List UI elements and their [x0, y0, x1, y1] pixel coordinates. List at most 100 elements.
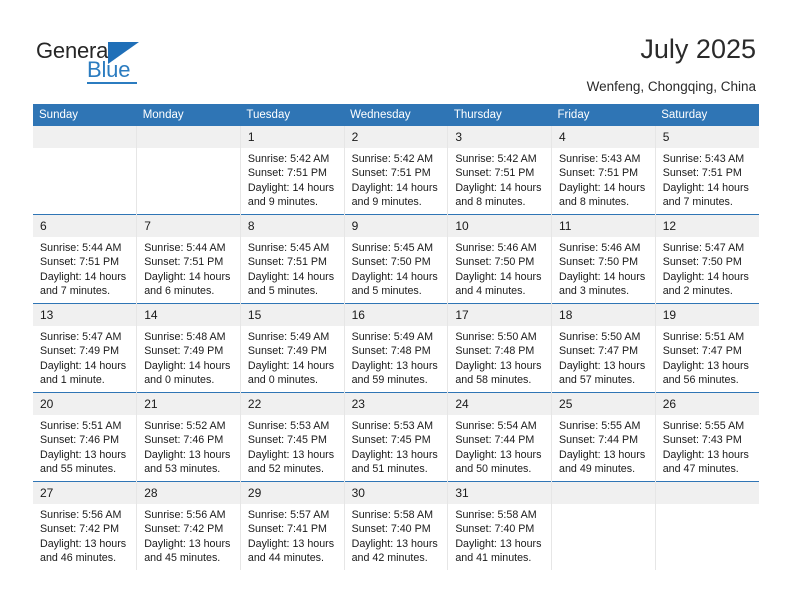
day-number: [137, 126, 240, 148]
calendar-day-cell[interactable]: 2 Sunrise: 5:42 AM Sunset: 7:51 PM Daylight…: [343, 126, 448, 215]
calendar-day-cell[interactable]: 16 Sunrise: 5:49 AM Sunset: 7:48 PM Dayligh…: [343, 303, 448, 393]
day-details: Sunrise: 5:55 AM Sunset: 7:43 PM Daylight:…: [656, 415, 759, 476]
calendar-day-cell[interactable]: 26 Sunrise: 5:55 AM Sunset: 7:43 PM Dayligh…: [654, 392, 759, 482]
calendar-day-cell[interactable]: 12 Sunrise: 5:47 AM Sunset: 7:50 PM Dayligh…: [654, 214, 759, 304]
day-number: 3: [448, 126, 552, 148]
calendar-day-cell[interactable]: 28 Sunrise: 5:56 AM Sunset: 7:42 PM Dayligh…: [136, 481, 241, 570]
calendar-day-cell[interactable]: 30 Sunrise: 5:58 AM Sunset: 7:40 PM Dayligh…: [343, 481, 448, 570]
day-number: 18: [552, 304, 655, 326]
daylight-text-line1: Daylight: 13 hours: [351, 448, 438, 461]
sunset-text: Sunset: 7:49 PM: [144, 345, 224, 358]
calendar-day-cell[interactable]: 29 Sunrise: 5:57 AM Sunset: 7:41 PM Dayligh…: [239, 481, 345, 570]
day-number: 8: [240, 215, 344, 237]
sunset-text: Sunset: 7:51 PM: [144, 256, 224, 269]
day-details: Sunrise: 5:54 AM Sunset: 7:44 PM Daylight:…: [448, 415, 551, 476]
calendar-day-cell-empty: [654, 481, 759, 570]
day-details: Sunrise: 5:49 AM Sunset: 7:49 PM Daylight:…: [241, 326, 344, 387]
daylight-text-line1: Daylight: 14 hours: [247, 181, 335, 194]
daylight-text-line1: Daylight: 14 hours: [40, 359, 127, 372]
sunrise-text: Sunrise: 5:53 AM: [247, 420, 330, 432]
calendar-day-cell[interactable]: 20 Sunrise: 5:51 AM Sunset: 7:46 PM Dayligh…: [33, 392, 137, 482]
calendar-day-cell[interactable]: 23 Sunrise: 5:53 AM Sunset: 7:45 PM Dayligh…: [343, 392, 448, 482]
weekday-header-row: Sunday Monday Tuesday Wednesday Thursday Frid…: [33, 104, 759, 126]
general-blue-logo[interactable]: General Blue: [36, 38, 216, 86]
calendar-day-cell[interactable]: 11 Sunrise: 5:46 AM Sunset: 7:50 PM Dayligh…: [551, 214, 656, 304]
daylight-text-line2: and 52 minutes.: [247, 462, 324, 475]
calendar-day-cell[interactable]: 27 Sunrise: 5:56 AM Sunset: 7:42 PM Dayligh…: [33, 481, 137, 570]
sunset-text: Sunset: 7:48 PM: [455, 345, 535, 358]
sunrise-text: Sunrise: 5:42 AM: [455, 153, 537, 165]
day-number: 14: [137, 304, 240, 326]
day-number: 29: [240, 482, 344, 504]
day-number: [655, 482, 759, 504]
calendar-week-row: 1 Sunrise: 5:42 AM Sunset: 7:51 PM Daylight…: [33, 126, 759, 215]
daylight-text-line1: Daylight: 14 hours: [40, 270, 127, 283]
sunrise-text: Sunrise: 5:43 AM: [662, 153, 745, 165]
day-number: 24: [448, 393, 552, 415]
calendar-week-row: 13 Sunrise: 5:47 AM Sunset: 7:49 PM Dayligh…: [33, 303, 759, 393]
daylight-text-line1: Daylight: 14 hours: [351, 181, 438, 194]
sunrise-text: Sunrise: 5:49 AM: [247, 331, 330, 343]
day-number: 12: [655, 215, 759, 237]
calendar-day-cell[interactable]: 10 Sunrise: 5:46 AM Sunset: 7:50 PM Dayligh…: [447, 214, 552, 304]
calendar-week-row: 20 Sunrise: 5:51 AM Sunset: 7:46 PM Dayligh…: [33, 392, 759, 482]
day-number: 27: [33, 482, 137, 504]
day-details: Sunrise: 5:43 AM Sunset: 7:51 PM Daylight:…: [552, 148, 655, 209]
sunset-text: Sunset: 7:51 PM: [247, 256, 327, 269]
daylight-text-line1: Daylight: 13 hours: [247, 448, 335, 461]
daylight-text-line2: and 57 minutes.: [559, 373, 636, 386]
day-details: Sunrise: 5:42 AM Sunset: 7:51 PM Daylight:…: [448, 148, 551, 209]
calendar-day-cell[interactable]: 8 Sunrise: 5:45 AM Sunset: 7:51 PM Daylight…: [239, 214, 345, 304]
day-number: 26: [655, 393, 759, 415]
calendar-day-cell[interactable]: 24 Sunrise: 5:54 AM Sunset: 7:44 PM Dayligh…: [447, 392, 552, 482]
day-number: 4: [552, 126, 655, 148]
day-number: 6: [33, 215, 137, 237]
daylight-text-line1: Daylight: 13 hours: [662, 448, 749, 461]
sunrise-text: Sunrise: 5:49 AM: [351, 331, 433, 343]
calendar-day-cell[interactable]: 19 Sunrise: 5:51 AM Sunset: 7:47 PM Dayligh…: [654, 303, 759, 393]
weekday-header-monday: Monday: [136, 104, 241, 126]
calendar-day-cell[interactable]: 5 Sunrise: 5:43 AM Sunset: 7:51 PM Daylight…: [654, 126, 759, 215]
sunrise-text: Sunrise: 5:46 AM: [559, 242, 641, 254]
calendar-header-row: Sunday Monday Tuesday Wednesday Thursday Frid…: [33, 104, 759, 126]
calendar-week-row: 6 Sunrise: 5:44 AM Sunset: 7:51 PM Daylight…: [33, 214, 759, 304]
day-details: Sunrise: 5:52 AM Sunset: 7:46 PM Daylight:…: [137, 415, 240, 476]
sunset-text: Sunset: 7:43 PM: [662, 434, 742, 447]
calendar-day-cell[interactable]: 9 Sunrise: 5:45 AM Sunset: 7:50 PM Daylight…: [343, 214, 448, 304]
calendar-day-cell[interactable]: 3 Sunrise: 5:42 AM Sunset: 7:51 PM Daylight…: [447, 126, 552, 215]
calendar-day-cell[interactable]: 17 Sunrise: 5:50 AM Sunset: 7:48 PM Dayligh…: [447, 303, 552, 393]
sunrise-text: Sunrise: 5:46 AM: [455, 242, 537, 254]
calendar-day-cell[interactable]: 13 Sunrise: 5:47 AM Sunset: 7:49 PM Dayligh…: [33, 303, 137, 393]
sunrise-text: Sunrise: 5:44 AM: [40, 242, 122, 254]
daylight-text-line2: and 6 minutes.: [144, 284, 215, 297]
calendar-day-cell[interactable]: 7 Sunrise: 5:44 AM Sunset: 7:51 PM Daylight…: [136, 214, 241, 304]
sunrise-sunset-calendar: Sunday Monday Tuesday Wednesday Thursday Frid…: [33, 104, 759, 570]
day-number: 15: [240, 304, 344, 326]
calendar-day-cell[interactable]: 22 Sunrise: 5:53 AM Sunset: 7:45 PM Dayligh…: [239, 392, 345, 482]
day-number: 11: [552, 215, 655, 237]
day-number: 16: [344, 304, 448, 326]
calendar-day-cell[interactable]: 25 Sunrise: 5:55 AM Sunset: 7:44 PM Dayligh…: [551, 392, 656, 482]
calendar-day-cell[interactable]: 15 Sunrise: 5:49 AM Sunset: 7:49 PM Dayligh…: [239, 303, 345, 393]
daylight-text-line1: Daylight: 13 hours: [40, 537, 127, 550]
daylight-text-line1: Daylight: 14 hours: [662, 270, 749, 283]
daylight-text-line1: Daylight: 14 hours: [144, 359, 231, 372]
day-details: Sunrise: 5:53 AM Sunset: 7:45 PM Daylight:…: [345, 415, 448, 476]
calendar-body: 1 Sunrise: 5:42 AM Sunset: 7:51 PM Daylight…: [33, 126, 759, 570]
sunset-text: Sunset: 7:45 PM: [247, 434, 327, 447]
calendar-day-cell[interactable]: 31 Sunrise: 5:58 AM Sunset: 7:40 PM Dayligh…: [447, 481, 552, 570]
daylight-text-line1: Daylight: 14 hours: [247, 359, 335, 372]
daylight-text-line1: Daylight: 14 hours: [455, 270, 542, 283]
calendar-day-cell[interactable]: 4 Sunrise: 5:43 AM Sunset: 7:51 PM Daylight…: [551, 126, 656, 215]
calendar-day-cell[interactable]: 14 Sunrise: 5:48 AM Sunset: 7:49 PM Dayligh…: [136, 303, 241, 393]
calendar-day-cell[interactable]: 1 Sunrise: 5:42 AM Sunset: 7:51 PM Daylight…: [239, 126, 345, 215]
day-details: Sunrise: 5:58 AM Sunset: 7:40 PM Daylight:…: [448, 504, 551, 565]
page-header: General Blue July 2025 Wenfeng, Chongqin…: [0, 0, 792, 100]
calendar-day-cell[interactable]: 18 Sunrise: 5:50 AM Sunset: 7:47 PM Dayligh…: [551, 303, 656, 393]
sunrise-text: Sunrise: 5:50 AM: [455, 331, 537, 343]
sunset-text: Sunset: 7:44 PM: [455, 434, 535, 447]
day-number: 9: [344, 215, 448, 237]
calendar-day-cell[interactable]: 6 Sunrise: 5:44 AM Sunset: 7:51 PM Daylight…: [33, 214, 137, 304]
daylight-text-line2: and 0 minutes.: [144, 373, 215, 386]
calendar-day-cell[interactable]: 21 Sunrise: 5:52 AM Sunset: 7:46 PM Dayligh…: [136, 392, 241, 482]
